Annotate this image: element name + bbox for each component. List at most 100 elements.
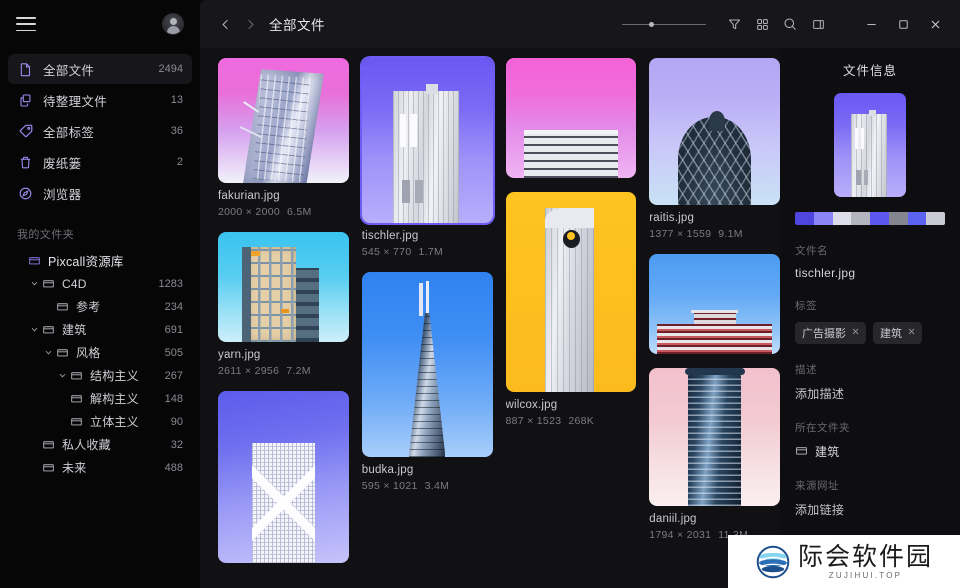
folder-row[interactable]: 建筑 — [795, 443, 945, 460]
folder-count: 32 — [170, 438, 183, 451]
tag-remove-x-icon[interactable] — [851, 327, 860, 339]
folder-icon — [69, 392, 84, 405]
description-value[interactable]: 添加描述 — [795, 385, 945, 402]
window-close-icon[interactable] — [920, 9, 950, 39]
thumbnail-filename: tischler.jpg — [361, 230, 419, 242]
thumbnail-image[interactable] — [649, 254, 780, 354]
thumbnail-card[interactable] — [505, 58, 637, 178]
forward-button[interactable] — [239, 13, 261, 35]
folder-tree-row[interactable]: 私人收藏 32 — [8, 433, 192, 456]
sidebar-item-browser[interactable]: 浏览器 — [8, 178, 192, 208]
side-panel-toggle-icon[interactable] — [804, 10, 832, 38]
user-avatar-icon[interactable] — [162, 13, 184, 35]
window-maximize-icon[interactable] — [888, 9, 918, 39]
file-preview-thumbnail[interactable] — [834, 93, 906, 197]
hamburger-icon[interactable] — [16, 17, 36, 31]
chevron-down-icon[interactable] — [28, 325, 41, 334]
my-folders-heading: 我的文件夹 — [17, 229, 74, 241]
sidebar-item-label: 待整理文件 — [43, 94, 108, 109]
tag-chip[interactable]: 建筑 — [873, 322, 922, 344]
thumbnail-size-slider[interactable] — [622, 13, 706, 35]
thumbnail-card[interactable]: yarn.jpg 2611 × 2956 7.2M — [218, 232, 349, 377]
sidebar-nav: 全部文件 2494 待整理文件 13 全部标签 36 废纸篓 2 浏览器 — [0, 48, 200, 209]
toolbar: 全部文件 — [200, 0, 960, 48]
sidebar-item-label: 废纸篓 — [43, 156, 82, 171]
thumbnail-card[interactable] — [218, 391, 349, 563]
folder-count: 148 — [164, 392, 183, 405]
thumbnail-image[interactable] — [218, 58, 349, 183]
grid-view-icon[interactable] — [748, 10, 776, 38]
folder-tree-row[interactable]: 参考 234 — [8, 295, 192, 318]
thumbnail-filesize: 7.2M — [286, 365, 311, 377]
thumbnail-card[interactable] — [649, 254, 780, 354]
thumbnail-image[interactable] — [505, 58, 637, 178]
tag-label: 建筑 — [880, 328, 902, 340]
folder-icon — [795, 444, 808, 460]
chevron-down-icon[interactable] — [56, 371, 69, 380]
folder-tree-row[interactable]: 未来 488 — [8, 456, 192, 479]
tag-remove-x-icon[interactable] — [907, 327, 916, 339]
folder-tree-row[interactable]: 结构主义 267 — [8, 364, 192, 387]
color-swatch[interactable] — [832, 212, 852, 225]
color-swatch[interactable] — [888, 212, 908, 225]
thumbnail-image[interactable] — [649, 368, 780, 506]
tag-chip[interactable]: 广告摄影 — [795, 322, 866, 344]
chevron-down-icon[interactable] — [28, 279, 41, 288]
thumbnail-card[interactable]: raitis.jpg 1377 × 1559 9.1M — [649, 58, 780, 240]
thumbnail-grid[interactable]: fakurian.jpg 2000 × 2000 6.5M yarn.jpg 2611… — [200, 48, 780, 588]
color-swatch[interactable] — [813, 212, 833, 225]
color-swatch[interactable] — [851, 212, 870, 225]
preview-wrap — [795, 93, 945, 197]
folder-tree-row[interactable]: C4D 1283 — [8, 272, 192, 295]
thumbnail-card[interactable]: wilcox.jpg 887 × 1523 268K — [505, 192, 637, 427]
filter-funnel-icon[interactable] — [720, 10, 748, 38]
thumbnail-filesize: 9.1M — [718, 228, 743, 240]
thumbnail-filename: wilcox.jpg — [505, 399, 558, 411]
source-url-value[interactable]: 添加链接 — [795, 501, 945, 518]
sidebar-item-all-files[interactable]: 全部文件 2494 — [8, 54, 192, 84]
back-button[interactable] — [214, 13, 236, 35]
folder-count: 267 — [164, 369, 183, 382]
color-swatch-strip — [795, 212, 945, 225]
breadcrumb[interactable]: 全部文件 — [269, 14, 325, 34]
search-icon[interactable] — [776, 10, 804, 38]
folder-tree-row[interactable]: 风格 505 — [8, 341, 192, 364]
chevron-down-icon[interactable] — [42, 348, 55, 357]
thumbnail-image[interactable] — [649, 58, 780, 205]
field-source-url: 来源网址 添加链接 — [795, 478, 945, 518]
filename-value[interactable]: tischler.jpg — [795, 266, 945, 280]
thumbnail-filename: yarn.jpg — [218, 349, 261, 361]
color-swatch[interactable] — [907, 212, 927, 225]
folder-tree-row[interactable]: 建筑 691 — [8, 318, 192, 341]
thumbnail-image[interactable] — [505, 192, 637, 392]
color-swatch[interactable] — [870, 212, 889, 225]
window-controls — [856, 9, 960, 39]
thumbnail-image[interactable] — [361, 58, 493, 223]
sidebar-item-label: 浏览器 — [43, 187, 82, 202]
window-minimize-icon[interactable] — [856, 9, 886, 39]
sidebar-item-all-tags[interactable]: 全部标签 36 — [8, 116, 192, 146]
thumbnail-card[interactable]: fakurian.jpg 2000 × 2000 6.5M — [218, 58, 349, 218]
folder-tree-row[interactable]: 立体主义 90 — [8, 410, 192, 433]
sidebar-item-pending-files[interactable]: 待整理文件 13 — [8, 85, 192, 115]
color-swatch[interactable] — [926, 212, 945, 225]
folder-count: 234 — [164, 300, 183, 313]
folder-name: Pixcall资源库 — [48, 255, 124, 269]
folder-icon — [27, 254, 42, 267]
folder-count: 505 — [164, 346, 183, 359]
thumbnail-image[interactable] — [218, 232, 349, 342]
sidebar-item-count: 2494 — [158, 63, 183, 75]
field-label: 所在文件夹 — [795, 422, 850, 434]
sidebar-item-trash[interactable]: 废纸篓 2 — [8, 147, 192, 177]
folder-name: 立体主义 — [90, 415, 139, 429]
thumbnail-card[interactable]: daniil.jpg1794 × 203111.3M — [649, 368, 780, 541]
thumbnail-image[interactable] — [218, 391, 349, 563]
color-swatch[interactable] — [795, 212, 814, 225]
folder-tree-row[interactable]: Pixcall资源库 — [8, 249, 192, 272]
thumbnail-image[interactable] — [361, 272, 493, 457]
thumbnail-card[interactable]: budka.jpg 595 × 1021 3.4M — [361, 272, 493, 492]
thumbnail-card[interactable]: tischler.jpg 545 × 770 1.7M — [361, 58, 493, 258]
folder-tree-row[interactable]: 解构主义 148 — [8, 387, 192, 410]
sidebar: 全部文件 2494 待整理文件 13 全部标签 36 废纸篓 2 浏览器 我的文… — [0, 0, 200, 588]
sidebar-item-count: 2 — [176, 156, 183, 168]
